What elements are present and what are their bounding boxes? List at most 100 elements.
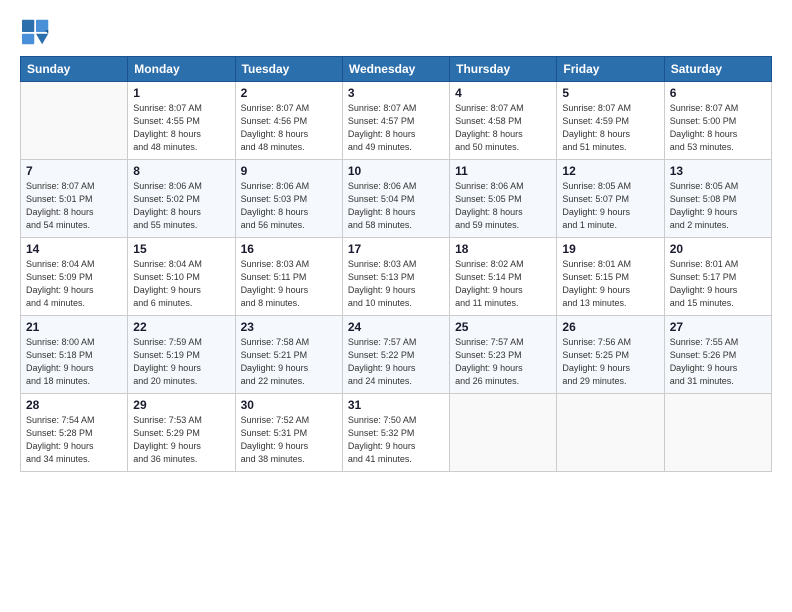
weekday-header-friday: Friday <box>557 57 664 82</box>
weekday-header-sunday: Sunday <box>21 57 128 82</box>
day-cell: 15Sunrise: 8:04 AM Sunset: 5:10 PM Dayli… <box>128 238 235 316</box>
day-info: Sunrise: 8:07 AM Sunset: 5:01 PM Dayligh… <box>26 180 122 232</box>
day-number: 31 <box>348 398 444 412</box>
week-row-5: 28Sunrise: 7:54 AM Sunset: 5:28 PM Dayli… <box>21 394 772 472</box>
day-number: 3 <box>348 86 444 100</box>
day-cell: 21 Sunrise: 8:00 AM Sunset: 5:18 PM Dayli… <box>21 316 128 394</box>
day-info: Sunrise: 8:06 AM Sunset: 5:03 PM Dayligh… <box>241 180 337 232</box>
day-info: Sunrise: 8:01 AM Sunset: 5:15 PM Dayligh… <box>562 258 658 310</box>
day-number: 18 <box>455 242 551 256</box>
day-number: 22 <box>133 320 229 334</box>
day-number: 24 <box>348 320 444 334</box>
day-cell: 5 Sunrise: 8:07 AM Sunset: 4:59 PM Daylig… <box>557 82 664 160</box>
day-cell <box>450 394 557 472</box>
day-cell: 3 Sunrise: 8:07 AM Sunset: 4:57 PM Daylig… <box>342 82 449 160</box>
day-number: 17 <box>348 242 444 256</box>
day-info: Sunrise: 8:05 AM Sunset: 5:07 PM Dayligh… <box>562 180 658 232</box>
day-cell: 2Sunrise: 8:07 AM Sunset: 4:56 PM Daylig… <box>235 82 342 160</box>
day-info: Sunrise: 7:52 AM Sunset: 5:31 PM Dayligh… <box>241 414 337 466</box>
day-info: Sunrise: 8:07 AM Sunset: 4:56 PM Dayligh… <box>241 102 337 154</box>
weekday-header-saturday: Saturday <box>664 57 771 82</box>
day-info: Sunrise: 8:07 AM Sunset: 4:57 PM Dayligh… <box>348 102 444 154</box>
day-cell: 13 Sunrise: 8:05 AM Sunset: 5:08 PM Dayli… <box>664 160 771 238</box>
day-number: 28 <box>26 398 122 412</box>
day-cell: 7 Sunrise: 8:07 AM Sunset: 5:01 PM Daylig… <box>21 160 128 238</box>
day-number: 13 <box>670 164 766 178</box>
weekday-header-wednesday: Wednesday <box>342 57 449 82</box>
day-cell: 14Sunrise: 8:04 AM Sunset: 5:09 PM Dayli… <box>21 238 128 316</box>
day-cell: 26 Sunrise: 7:56 AM Sunset: 5:25 PM Dayli… <box>557 316 664 394</box>
day-number: 5 <box>562 86 658 100</box>
day-cell: 4 Sunrise: 8:07 AM Sunset: 4:58 PM Daylig… <box>450 82 557 160</box>
day-number: 9 <box>241 164 337 178</box>
day-number: 29 <box>133 398 229 412</box>
header-row: SundayMondayTuesdayWednesdayThursdayFrid… <box>21 57 772 82</box>
weekday-header-monday: Monday <box>128 57 235 82</box>
day-cell <box>664 394 771 472</box>
day-info: Sunrise: 8:07 AM Sunset: 4:59 PM Dayligh… <box>562 102 658 154</box>
day-number: 14 <box>26 242 122 256</box>
day-info: Sunrise: 8:06 AM Sunset: 5:04 PM Dayligh… <box>348 180 444 232</box>
day-number: 16 <box>241 242 337 256</box>
day-info: Sunrise: 8:00 AM Sunset: 5:18 PM Dayligh… <box>26 336 122 388</box>
weekday-header-thursday: Thursday <box>450 57 557 82</box>
day-cell: 22 Sunrise: 7:59 AM Sunset: 5:19 PM Dayli… <box>128 316 235 394</box>
day-cell: 18 Sunrise: 8:02 AM Sunset: 5:14 PM Dayli… <box>450 238 557 316</box>
day-number: 30 <box>241 398 337 412</box>
day-cell: 25Sunrise: 7:57 AM Sunset: 5:23 PM Dayli… <box>450 316 557 394</box>
day-info: Sunrise: 8:05 AM Sunset: 5:08 PM Dayligh… <box>670 180 766 232</box>
day-info: Sunrise: 8:07 AM Sunset: 4:55 PM Dayligh… <box>133 102 229 154</box>
day-number: 11 <box>455 164 551 178</box>
day-info: Sunrise: 8:07 AM Sunset: 4:58 PM Dayligh… <box>455 102 551 154</box>
day-number: 7 <box>26 164 122 178</box>
day-info: Sunrise: 7:59 AM Sunset: 5:19 PM Dayligh… <box>133 336 229 388</box>
day-cell <box>21 82 128 160</box>
day-info: Sunrise: 7:57 AM Sunset: 5:23 PM Dayligh… <box>455 336 551 388</box>
day-info: Sunrise: 7:50 AM Sunset: 5:32 PM Dayligh… <box>348 414 444 466</box>
day-info: Sunrise: 7:55 AM Sunset: 5:26 PM Dayligh… <box>670 336 766 388</box>
day-cell: 6 Sunrise: 8:07 AM Sunset: 5:00 PM Daylig… <box>664 82 771 160</box>
logo-icon <box>20 18 52 46</box>
day-cell: 16Sunrise: 8:03 AM Sunset: 5:11 PM Dayli… <box>235 238 342 316</box>
day-cell: 27Sunrise: 7:55 AM Sunset: 5:26 PM Dayli… <box>664 316 771 394</box>
day-number: 19 <box>562 242 658 256</box>
week-row-4: 21 Sunrise: 8:00 AM Sunset: 5:18 PM Dayli… <box>21 316 772 394</box>
calendar-table: SundayMondayTuesdayWednesdayThursdayFrid… <box>20 56 772 472</box>
day-info: Sunrise: 7:56 AM Sunset: 5:25 PM Dayligh… <box>562 336 658 388</box>
day-info: Sunrise: 8:04 AM Sunset: 5:10 PM Dayligh… <box>133 258 229 310</box>
day-info: Sunrise: 7:53 AM Sunset: 5:29 PM Dayligh… <box>133 414 229 466</box>
day-cell: 19 Sunrise: 8:01 AM Sunset: 5:15 PM Dayli… <box>557 238 664 316</box>
day-info: Sunrise: 7:58 AM Sunset: 5:21 PM Dayligh… <box>241 336 337 388</box>
day-info: Sunrise: 8:07 AM Sunset: 5:00 PM Dayligh… <box>670 102 766 154</box>
day-number: 10 <box>348 164 444 178</box>
day-info: Sunrise: 7:57 AM Sunset: 5:22 PM Dayligh… <box>348 336 444 388</box>
day-cell: 17 Sunrise: 8:03 AM Sunset: 5:13 PM Dayli… <box>342 238 449 316</box>
day-cell: 23 Sunrise: 7:58 AM Sunset: 5:21 PM Dayli… <box>235 316 342 394</box>
day-info: Sunrise: 8:03 AM Sunset: 5:13 PM Dayligh… <box>348 258 444 310</box>
day-cell: 28Sunrise: 7:54 AM Sunset: 5:28 PM Dayli… <box>21 394 128 472</box>
day-number: 21 <box>26 320 122 334</box>
header <box>20 18 772 46</box>
day-cell: 9 Sunrise: 8:06 AM Sunset: 5:03 PM Daylig… <box>235 160 342 238</box>
week-row-2: 7 Sunrise: 8:07 AM Sunset: 5:01 PM Daylig… <box>21 160 772 238</box>
week-row-1: 1 Sunrise: 8:07 AM Sunset: 4:55 PM Daylig… <box>21 82 772 160</box>
day-cell: 30 Sunrise: 7:52 AM Sunset: 5:31 PM Dayli… <box>235 394 342 472</box>
day-info: Sunrise: 8:02 AM Sunset: 5:14 PM Dayligh… <box>455 258 551 310</box>
day-cell: 31 Sunrise: 7:50 AM Sunset: 5:32 PM Dayli… <box>342 394 449 472</box>
day-number: 26 <box>562 320 658 334</box>
day-number: 12 <box>562 164 658 178</box>
day-cell: 1 Sunrise: 8:07 AM Sunset: 4:55 PM Daylig… <box>128 82 235 160</box>
day-number: 6 <box>670 86 766 100</box>
day-cell: 10 Sunrise: 8:06 AM Sunset: 5:04 PM Dayli… <box>342 160 449 238</box>
day-info: Sunrise: 8:01 AM Sunset: 5:17 PM Dayligh… <box>670 258 766 310</box>
day-cell <box>557 394 664 472</box>
day-number: 1 <box>133 86 229 100</box>
day-number: 4 <box>455 86 551 100</box>
day-cell: 20Sunrise: 8:01 AM Sunset: 5:17 PM Dayli… <box>664 238 771 316</box>
page: SundayMondayTuesdayWednesdayThursdayFrid… <box>0 0 792 612</box>
day-number: 23 <box>241 320 337 334</box>
day-cell: 12 Sunrise: 8:05 AM Sunset: 5:07 PM Dayli… <box>557 160 664 238</box>
calendar-header: SundayMondayTuesdayWednesdayThursdayFrid… <box>21 57 772 82</box>
day-cell: 11Sunrise: 8:06 AM Sunset: 5:05 PM Dayli… <box>450 160 557 238</box>
weekday-header-tuesday: Tuesday <box>235 57 342 82</box>
